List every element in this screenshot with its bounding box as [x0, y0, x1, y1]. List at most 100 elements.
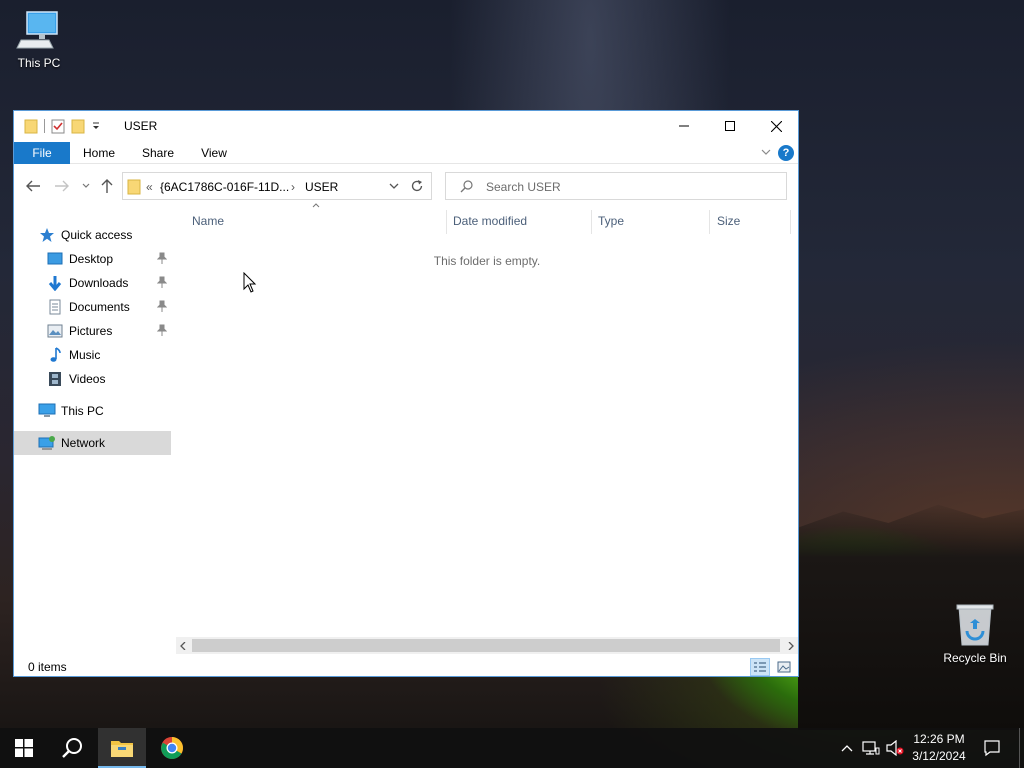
nav-item-label: Desktop: [69, 252, 114, 266]
recent-locations-button[interactable]: [77, 177, 95, 195]
navigation-pane: Quick access Desktop Downloads Documents: [14, 206, 174, 646]
windows-logo-icon: [15, 739, 33, 757]
item-count: 0 items: [28, 660, 67, 674]
computer-icon: [38, 402, 56, 420]
properties-icon[interactable]: [51, 118, 65, 134]
large-icons-view-icon: [777, 661, 791, 673]
taskbar-file-explorer[interactable]: [98, 728, 146, 768]
customize-toolbar-chevron-icon[interactable]: [91, 121, 101, 131]
navigation-bar: « {6AC1786C-016F-11D... › USER Search US…: [14, 165, 798, 205]
nav-item-videos[interactable]: Videos: [14, 367, 171, 391]
address-bar[interactable]: « {6AC1786C-016F-11D... › USER: [122, 172, 432, 200]
nav-item-pictures[interactable]: Pictures: [14, 319, 171, 343]
desktop-icon-label: This PC: [17, 56, 61, 70]
breadcrumb-separator[interactable]: ›: [291, 180, 295, 194]
column-divider[interactable]: [790, 210, 791, 234]
close-button[interactable]: [753, 111, 799, 141]
desktop-icon-recycle-bin[interactable]: Recycle Bin: [935, 603, 1015, 665]
start-button[interactable]: [0, 728, 48, 768]
network-tray-button[interactable]: [860, 728, 882, 768]
forward-button[interactable]: [53, 177, 71, 195]
search-button[interactable]: [48, 728, 96, 768]
search-box[interactable]: Search USER: [445, 172, 787, 200]
nav-item-label: Music: [69, 348, 101, 362]
breadcrumb-user[interactable]: USER: [305, 180, 338, 194]
chevron-up-icon: [841, 745, 853, 752]
empty-folder-message: This folder is empty.: [433, 254, 541, 268]
notification-icon: [984, 740, 1000, 757]
nav-item-network[interactable]: Network: [14, 431, 171, 455]
file-explorer-window: USER File Home Share View ? « {6AC1786C-…: [13, 110, 799, 677]
tab-file[interactable]: File: [14, 142, 70, 164]
folder-icon: [127, 179, 141, 195]
close-icon: [770, 120, 782, 132]
window-title: USER: [124, 119, 158, 133]
pin-icon[interactable]: [157, 324, 167, 336]
taskbar: 12:26 PM 3/12/2024: [0, 728, 1024, 768]
action-center-button[interactable]: [979, 728, 1005, 768]
scroll-right-button[interactable]: [784, 639, 798, 652]
help-button[interactable]: ?: [778, 145, 794, 161]
quick-access-toolbar: [24, 118, 101, 134]
chrome-icon: [161, 737, 183, 759]
forward-arrow-icon: [55, 180, 69, 192]
refresh-button[interactable]: [403, 172, 432, 200]
nav-item-label: Documents: [69, 300, 130, 314]
clock-date: 3/12/2024: [912, 749, 966, 763]
column-header-name[interactable]: Name: [192, 214, 224, 228]
show-hidden-icons-button[interactable]: [837, 728, 857, 768]
minimize-button[interactable]: [661, 111, 707, 141]
show-desktop-button[interactable]: [1019, 728, 1024, 768]
column-header-size[interactable]: Size: [717, 214, 740, 228]
tab-home[interactable]: Home: [78, 142, 120, 164]
desktop-icon-label: Recycle Bin: [943, 651, 1007, 665]
column-header-date-modified[interactable]: Date modified: [453, 214, 527, 228]
network-icon: [38, 434, 56, 452]
sort-ascending-icon: [312, 203, 320, 208]
address-overflow-chevron[interactable]: «: [146, 180, 153, 194]
nav-item-downloads[interactable]: Downloads: [14, 271, 171, 295]
search-icon: [460, 180, 473, 193]
tab-share[interactable]: Share: [138, 142, 178, 164]
large-icons-view-button[interactable]: [774, 658, 794, 676]
search-placeholder: Search USER: [486, 180, 561, 194]
back-button[interactable]: [24, 177, 42, 195]
chevron-down-icon: [82, 183, 90, 188]
scrollbar-thumb[interactable]: [192, 639, 780, 652]
nav-item-desktop[interactable]: Desktop: [14, 247, 171, 271]
details-view-button[interactable]: [750, 658, 770, 676]
desktop-folder-icon: [46, 250, 64, 268]
nav-item-label: Videos: [69, 372, 106, 386]
breadcrumb-guid[interactable]: {6AC1786C-016F-11D...: [160, 180, 289, 194]
column-divider[interactable]: [591, 210, 592, 234]
nav-item-quick-access[interactable]: Quick access: [14, 223, 171, 247]
expand-ribbon-chevron-icon[interactable]: [760, 146, 772, 158]
desktop-icon-this-pc[interactable]: This PC: [0, 10, 79, 70]
clock[interactable]: 12:26 PM 3/12/2024: [905, 731, 973, 765]
nav-item-music[interactable]: Music: [14, 343, 171, 367]
maximize-button[interactable]: [707, 111, 753, 141]
new-folder-icon[interactable]: [71, 118, 85, 134]
column-header-type[interactable]: Type: [598, 214, 624, 228]
pin-icon[interactable]: [157, 276, 167, 288]
tab-view[interactable]: View: [196, 142, 232, 164]
up-button[interactable]: [98, 177, 116, 195]
film-strip-icon: [46, 370, 64, 388]
pin-icon[interactable]: [157, 300, 167, 312]
nav-item-documents[interactable]: Documents: [14, 295, 171, 319]
network-icon: [862, 741, 880, 755]
column-divider[interactable]: [709, 210, 710, 234]
column-divider[interactable]: [446, 210, 447, 234]
maximize-icon: [725, 121, 735, 131]
file-list[interactable]: Name Date modified Type Size This folder…: [176, 203, 798, 646]
horizontal-scrollbar[interactable]: [176, 637, 798, 654]
taskbar-chrome[interactable]: [148, 728, 196, 768]
nav-item-this-pc[interactable]: This PC: [14, 399, 171, 423]
up-arrow-icon: [101, 179, 113, 193]
volume-tray-button[interactable]: [884, 728, 906, 768]
scroll-left-button[interactable]: [176, 639, 190, 652]
title-bar[interactable]: USER: [14, 111, 798, 141]
file-explorer-icon: [111, 741, 133, 757]
pin-icon[interactable]: [157, 252, 167, 264]
mouse-cursor-icon: [243, 272, 257, 293]
